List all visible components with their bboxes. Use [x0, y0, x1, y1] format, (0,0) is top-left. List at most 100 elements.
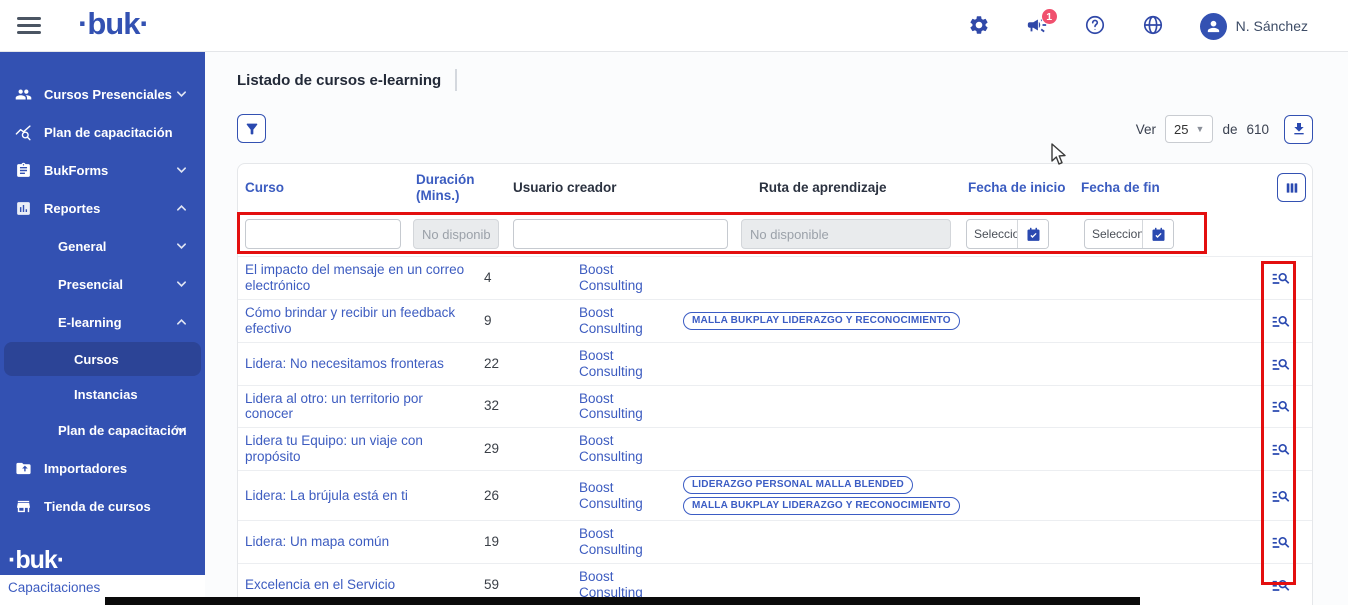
bar-chart-icon [14, 200, 32, 218]
table-body: El impacto del mensaje en un correo elec… [238, 257, 1312, 605]
sidebar-buk-logo: ·buk· [8, 546, 65, 574]
course-name-link[interactable]: Lidera: No necesitamos fronteras [238, 351, 477, 377]
page-title: Listado de cursos e-learning [237, 71, 442, 89]
status-bar-text: Capacitaciones [8, 580, 101, 595]
avatar [1199, 12, 1227, 40]
page-size-value: 25 [1174, 121, 1189, 137]
course-detail-button[interactable] [1269, 352, 1293, 376]
course-detail-button[interactable] [1269, 394, 1293, 418]
sidebar-item-tienda-de-cursos[interactable]: Tienda de cursos [4, 488, 201, 525]
course-fecha-fin [1081, 359, 1194, 369]
fecha-fin-placeholder[interactable]: Selecciona [1085, 220, 1142, 248]
topbar-actions: 1 N. Sánchez [968, 0, 1308, 52]
course-detail-button[interactable] [1269, 573, 1293, 597]
user-menu[interactable]: N. Sánchez [1199, 12, 1308, 40]
course-creator: Boost Consulting [579, 525, 643, 557]
filter-button[interactable] [237, 114, 266, 143]
course-name-link[interactable]: Excelencia en el Servicio [238, 572, 477, 598]
table-row: Lidera tu Equipo: un viaje con propósito… [238, 428, 1312, 472]
search-list-icon [1272, 444, 1290, 456]
announcement-icon[interactable]: 1 [1026, 8, 1058, 38]
column-header-fecha-inicio[interactable]: Fecha de inicio [968, 179, 1066, 195]
ver-label: Ver [1135, 121, 1157, 137]
chevron-down-icon [176, 277, 187, 292]
table-row: Lidera: Un mapa común 19 Boost Consulting [238, 521, 1312, 564]
columns-config-button[interactable] [1277, 173, 1306, 202]
course-detail-button[interactable] [1269, 266, 1293, 290]
course-detail-button[interactable] [1269, 437, 1293, 461]
user-name: N. Sánchez [1235, 18, 1308, 34]
globe-icon[interactable] [1142, 14, 1166, 38]
course-creator: Boost Consulting [579, 304, 643, 336]
table-filter-row: Selecciona Selecciona [238, 211, 1312, 257]
search-list-icon [1272, 490, 1290, 502]
sidebar-item-label: Plan de capacitación [58, 423, 187, 438]
course-duration: 19 [484, 533, 500, 549]
sidebar-item-presencial[interactable]: Presencial [4, 266, 201, 303]
columns-icon [1286, 182, 1297, 193]
sidebar-item-importadores[interactable]: Importadores [4, 450, 201, 487]
course-detail-button[interactable] [1269, 309, 1293, 333]
help-icon[interactable] [1084, 14, 1108, 38]
course-name-link[interactable]: Lidera: Un mapa común [238, 529, 477, 555]
course-creator: Boost Consulting [579, 347, 643, 379]
course-fecha-inicio [968, 273, 1081, 283]
course-name-link[interactable]: Cómo brindar y recibir un feedback efect… [238, 300, 477, 342]
course-name-link[interactable]: Lidera al otro: un territorio por conoce… [238, 386, 477, 428]
sidebar-item-instancias[interactable]: Instancias [4, 377, 201, 411]
column-header-duracion[interactable]: Duración (Mins.) [416, 171, 478, 203]
course-name-link[interactable]: El impacto del mensaje en un correo elec… [238, 257, 477, 299]
people-icon [14, 86, 32, 104]
course-creator: Boost Consulting [579, 433, 643, 465]
page-size-select[interactable]: 25 ▼ [1165, 115, 1214, 143]
funnel-icon [246, 123, 257, 134]
sidebar-item-label: Importadores [44, 461, 128, 476]
of-label: de [1222, 121, 1238, 137]
course-duration: 26 [484, 487, 500, 503]
sidebar-item-general[interactable]: General [4, 228, 201, 265]
sidebar-item-plan-de-capacitaci-n[interactable]: Plan de capacitación [4, 114, 201, 151]
sidebar-item-label: Plan de capacitación [44, 125, 173, 140]
sidebar-item-label: Tienda de cursos [44, 499, 151, 514]
folder-up-icon [14, 460, 32, 478]
sidebar-item-label: Cursos Presenciales [44, 87, 172, 102]
table-row: Lidera: No necesitamos fronteras 22 Boost … [238, 343, 1312, 386]
course-detail-button[interactable] [1269, 484, 1293, 508]
filter-curso-input[interactable] [245, 219, 401, 249]
column-header-fecha-fin[interactable]: Fecha de fin [1081, 179, 1160, 195]
course-fecha-inicio [968, 359, 1081, 369]
sidebar-item-bukforms[interactable]: BukForms [4, 152, 201, 189]
download-button[interactable] [1284, 114, 1313, 144]
menu-icon[interactable] [17, 17, 41, 35]
course-detail-button[interactable] [1269, 530, 1293, 554]
search-list-icon [1272, 315, 1290, 327]
sidebar: Cursos Presenciales Plan de capacitación B… [0, 52, 205, 575]
course-learning-paths [683, 401, 968, 411]
bottom-black-bar [105, 597, 1140, 605]
course-duration: 59 [484, 576, 500, 592]
calendar-icon[interactable] [1142, 220, 1173, 248]
filter-duracion-input [413, 219, 499, 249]
gear-icon[interactable] [968, 14, 992, 38]
sidebar-item-e-learning[interactable]: E-learning [4, 304, 201, 341]
fecha-inicio-placeholder[interactable]: Selecciona [967, 220, 1017, 248]
filter-usuario-input[interactable] [513, 219, 728, 249]
course-creator: Boost Consulting [579, 390, 643, 422]
course-fecha-fin [1081, 491, 1194, 501]
course-name-link[interactable]: Lidera: La brújula está en ti [238, 483, 477, 509]
course-name-link[interactable]: Lidera tu Equipo: un viaje con propósito [238, 428, 477, 470]
chevron-down-icon: ▼ [1195, 124, 1205, 134]
total-count: 610 [1246, 121, 1269, 137]
search-list-icon [1272, 536, 1290, 548]
course-learning-paths: MALLA BUKPLAY LIDERAZGO Y RECONOCIMIENTO [683, 307, 968, 335]
table-row: El impacto del mensaje en un correo elec… [238, 257, 1312, 300]
course-duration: 22 [484, 355, 500, 371]
sidebar-item-cursos[interactable]: Cursos [4, 342, 201, 376]
column-header-curso[interactable]: Curso [245, 179, 284, 195]
sidebar-item-plan-de-capacitaci-n[interactable]: Plan de capacitación [4, 412, 201, 449]
buk-logo: ·buk· [78, 6, 150, 41]
column-header-usuario: Usuario creador [513, 179, 617, 195]
sidebar-item-cursos-presenciales[interactable]: Cursos Presenciales [4, 76, 201, 113]
sidebar-item-reportes[interactable]: Reportes [4, 190, 201, 227]
calendar-icon[interactable] [1017, 220, 1048, 248]
